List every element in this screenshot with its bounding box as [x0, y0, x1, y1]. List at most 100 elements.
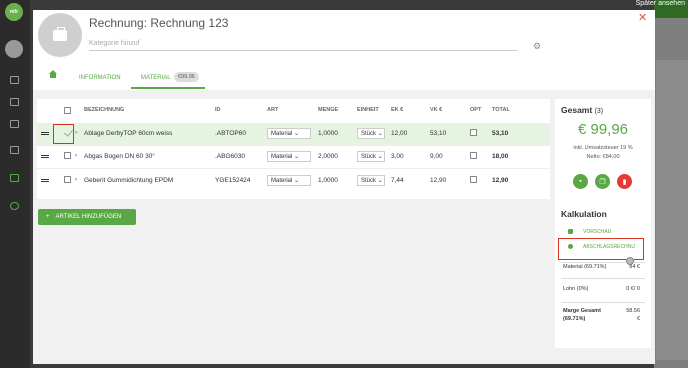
- row-total: 53,10: [492, 130, 509, 137]
- row-id: .ABG6030: [215, 153, 245, 160]
- tab-information[interactable]: INFORMATION: [79, 75, 121, 81]
- row-ek[interactable]: 3,00: [391, 153, 404, 160]
- app-logo[interactable]: mfr: [5, 3, 23, 21]
- chevron-right-icon[interactable]: ›: [75, 176, 77, 183]
- column-header[interactable]: OPT: [470, 107, 481, 113]
- add-article-label: ARTIKEL HINZUFÜGEN: [55, 214, 122, 220]
- margin-currency: €: [636, 316, 640, 322]
- select-all-checkbox[interactable]: [64, 107, 71, 114]
- row-total: 12,90: [492, 177, 509, 184]
- margin-value: 58.56: [626, 308, 640, 314]
- material-total-badge: €99.96: [174, 72, 199, 82]
- fan-icon[interactable]: [10, 174, 19, 182]
- opt-checkbox[interactable]: [470, 129, 477, 136]
- mouse-cursor: [626, 257, 634, 265]
- total-card-title: Gesamt (3): [561, 105, 603, 115]
- partial-invoice-link[interactable]: ABSCHLAGSRECHNU: [583, 244, 635, 250]
- document-avatar: [38, 13, 82, 57]
- row-menge[interactable]: 1,0000: [318, 177, 338, 184]
- copy-button[interactable]: ❐: [595, 174, 610, 189]
- column-header[interactable]: ID: [215, 107, 221, 113]
- delete-button[interactable]: ▮: [617, 174, 632, 189]
- row-name: Abgas Bogen DN 60 30°: [84, 153, 155, 160]
- column-header[interactable]: EK €: [391, 107, 403, 113]
- home-icon[interactable]: [48, 70, 58, 79]
- labor-cost-label: Lohn (0%): [563, 286, 589, 292]
- table-row[interactable]: › Ablage DerbyTOP 60cm weiss .ABTOP60 Ma…: [37, 123, 550, 146]
- add-article-button[interactable]: + ARTIKEL HINZUFÜGEN: [38, 209, 136, 225]
- row-checkbox[interactable]: [64, 152, 71, 159]
- app-sidebar: mfr: [0, 0, 30, 368]
- background-card: [656, 60, 688, 360]
- row-vk[interactable]: 9,00: [430, 153, 443, 160]
- table-row[interactable]: › Abgas Bogen DN 60 30° .ABG6030 Materia…: [37, 146, 550, 169]
- art-select-value: Material: [271, 154, 293, 160]
- column-header[interactable]: BEZEICHNUNG: [84, 107, 124, 113]
- margin-label: Marge Gesamt: [563, 308, 601, 314]
- category-input[interactable]: Kategorie hinzuf: [89, 40, 517, 51]
- einheit-select-value: Stück: [361, 178, 377, 184]
- row-menge[interactable]: 1,0000: [318, 130, 338, 137]
- gear-icon[interactable]: ⚙: [533, 41, 541, 52]
- einheit-select[interactable]: Stück ⌄: [357, 128, 385, 139]
- briefcase-icon[interactable]: [10, 98, 19, 106]
- material-table: BEZEICHNUNG ID ART MENGE EINHEIT EK € VK…: [37, 99, 550, 199]
- row-total: 18,00: [492, 153, 509, 160]
- chevron-down-icon: ⌄: [377, 131, 383, 137]
- sliders-icon[interactable]: [10, 146, 19, 154]
- column-header[interactable]: ART: [267, 107, 278, 113]
- column-header[interactable]: MENGE: [318, 107, 338, 113]
- opt-checkbox[interactable]: [470, 176, 477, 183]
- art-select-value: Material: [271, 131, 293, 137]
- chevron-down-icon: ⌄: [294, 131, 300, 137]
- row-vk[interactable]: 53,10: [430, 130, 446, 137]
- dashboard-icon[interactable]: [10, 120, 19, 128]
- row-ek[interactable]: 12,00: [391, 130, 407, 137]
- table-row[interactable]: › Geberit Gummidichtung EPDM YGE152424 M…: [37, 170, 550, 193]
- einheit-select[interactable]: Stück ⌄: [357, 175, 385, 186]
- highlight-annotation: [53, 124, 74, 144]
- close-icon[interactable]: ✕: [638, 11, 647, 24]
- column-header[interactable]: VK €: [430, 107, 442, 113]
- preview-icon: [568, 229, 573, 234]
- page-title: Rechnung: Rechnung 123: [89, 16, 229, 30]
- art-select[interactable]: Material ⌄: [267, 128, 311, 139]
- settings-icon[interactable]: [10, 202, 19, 210]
- row-id: .ABTOP60: [215, 130, 246, 137]
- background-page: Später ansehen: [636, 0, 688, 368]
- row-checkbox[interactable]: [64, 176, 71, 183]
- drag-handle-icon[interactable]: [41, 132, 49, 135]
- row-vk[interactable]: 12,90: [430, 177, 446, 184]
- chevron-down-icon: ⌄: [294, 154, 300, 160]
- art-select-value: Material: [271, 178, 293, 184]
- art-select[interactable]: Material ⌄: [267, 175, 311, 186]
- invoice-modal: Rechnung: Rechnung 123 Kategorie hinzuf …: [33, 10, 655, 364]
- material-cost-label: Material (69.71%): [563, 264, 607, 270]
- chevron-right-icon[interactable]: ›: [75, 129, 77, 136]
- calendar-icon[interactable]: [10, 76, 19, 84]
- modal-header: Rechnung: Rechnung 123 Kategorie hinzuf …: [33, 10, 655, 90]
- item-count: (3): [594, 108, 604, 115]
- labor-cost-value: 0 €/ 0: [626, 286, 640, 292]
- opt-checkbox[interactable]: [470, 152, 477, 159]
- art-select[interactable]: Material ⌄: [267, 151, 311, 162]
- einheit-select[interactable]: Stück ⌄: [357, 151, 385, 162]
- drag-handle-icon[interactable]: [41, 179, 49, 182]
- column-header[interactable]: EINHEIT: [357, 107, 379, 113]
- drag-handle-icon[interactable]: [41, 155, 49, 158]
- tab-material[interactable]: MATERIAL: [141, 75, 171, 81]
- row-menge[interactable]: 2,0000: [318, 153, 338, 160]
- row-name: Ablage DerbyTOP 60cm weiss: [84, 130, 173, 137]
- column-header[interactable]: TOTAL: [492, 107, 510, 113]
- save-button[interactable]: ▪: [573, 174, 588, 189]
- grand-total: € 99,96: [577, 121, 629, 138]
- row-ek[interactable]: 7,44: [391, 177, 404, 184]
- divider: [561, 278, 645, 279]
- preview-link[interactable]: VORSCHAU: [583, 229, 611, 235]
- avatar[interactable]: [5, 40, 23, 58]
- row-id: YGE152424: [215, 177, 251, 184]
- chevron-right-icon[interactable]: ›: [75, 152, 77, 159]
- einheit-select-value: Stück: [361, 154, 377, 160]
- dollar-icon: [568, 244, 573, 249]
- watch-later-label[interactable]: Später ansehen: [636, 0, 685, 7]
